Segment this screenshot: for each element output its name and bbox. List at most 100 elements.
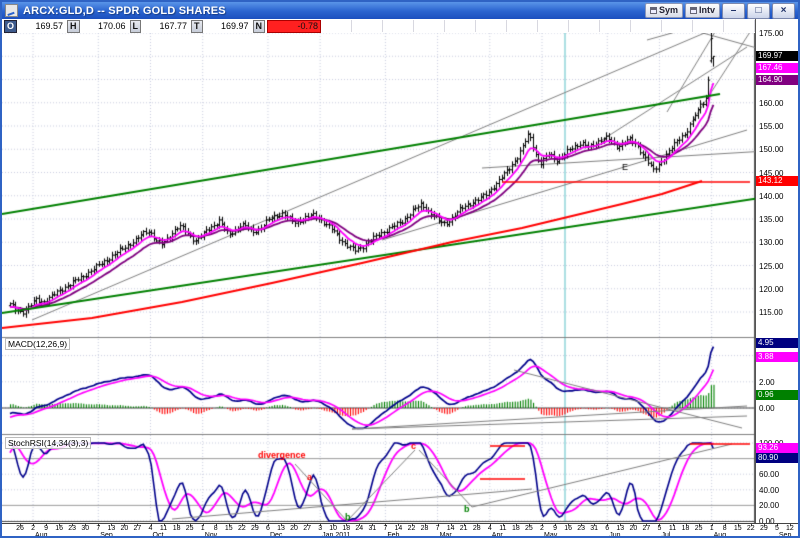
price-badge: 167.46 — [756, 63, 799, 73]
date-day-label: 2 — [540, 525, 544, 532]
date-day-label: 22 — [238, 525, 246, 532]
quote-empty-cell — [724, 20, 755, 32]
quote-empty-cell — [352, 20, 383, 32]
interval-button-label: Intv — [699, 6, 715, 15]
date-day-label: 20 — [120, 525, 128, 532]
date-day-label: 7 — [383, 525, 387, 532]
stoch-badge: 93.26 — [756, 443, 799, 453]
price-badge: 143.12 — [756, 176, 799, 186]
date-month-label: Mar — [440, 532, 452, 538]
date-day-label: 31 — [368, 525, 376, 532]
macd-tick-label: 2.00 — [759, 378, 775, 387]
date-day-label: 7 — [436, 525, 440, 532]
date-day-label: 14 — [447, 525, 455, 532]
date-month-label: Oct — [153, 532, 164, 538]
date-day-label: 23 — [68, 525, 76, 532]
quote-empty-cell — [600, 20, 631, 32]
price-tick-label: 125.00 — [759, 262, 783, 271]
date-day-label: 22 — [747, 525, 755, 532]
date-day-label: 24 — [355, 525, 363, 532]
symbol-button[interactable]: Sym — [645, 3, 683, 18]
price-tick-label: 150.00 — [759, 145, 783, 154]
price-tick-label: 175.00 — [759, 29, 783, 38]
date-day-label: 1 — [710, 525, 714, 532]
date-month-label: Dec — [270, 532, 282, 538]
chart-canvas[interactable] — [2, 33, 755, 523]
macd-badge: 4.95 — [756, 338, 799, 348]
quote-field-value: 169.57 — [17, 21, 65, 31]
date-day-label: 3 — [318, 525, 322, 532]
date-day-label: 27 — [303, 525, 311, 532]
date-day-label: 13 — [107, 525, 115, 532]
date-day-label: 6 — [605, 525, 609, 532]
price-badge: 164.90 — [756, 75, 799, 85]
date-day-label: 25 — [525, 525, 533, 532]
quote-bar: O169.57H170.06L167.77T169.97N-0.78 — [2, 19, 755, 34]
date-day-label: 13 — [277, 525, 285, 532]
date-day-label: 22 — [408, 525, 416, 532]
quote-field-value: 169.97 — [203, 21, 251, 31]
date-day-label: 4 — [488, 525, 492, 532]
date-day-label: 11 — [160, 525, 167, 532]
date-day-label: 1 — [201, 525, 205, 532]
price-badge: 169.97 — [756, 51, 799, 61]
date-month-label: Nov — [205, 532, 217, 538]
date-day-label: 9 — [44, 525, 48, 532]
date-month-label: Feb — [387, 532, 399, 538]
date-day-label: 29 — [760, 525, 768, 532]
date-axis: 2629162330713202741118251815222961320273… — [2, 523, 798, 538]
quote-empty-cell — [445, 20, 476, 32]
maximize-button[interactable]: □ — [747, 3, 770, 19]
macd-panel-label: MACD(12,26,9) — [5, 338, 70, 350]
date-month-label: Jul — [661, 532, 670, 538]
date-day-label: 29 — [251, 525, 259, 532]
quote-field-value: -0.78 — [267, 20, 321, 33]
price-tick-label: 160.00 — [759, 99, 783, 108]
date-day-label: 16 — [55, 525, 63, 532]
quote-field-label: L — [130, 20, 142, 33]
minimize-button[interactable]: – — [722, 3, 745, 19]
date-day-label: 20 — [290, 525, 298, 532]
date-day-label: 28 — [473, 525, 481, 532]
date-month-label: Sep — [779, 532, 791, 538]
date-day-label: 14 — [395, 525, 403, 532]
date-day-label: 2 — [31, 525, 35, 532]
quote-empty-cell — [476, 20, 507, 32]
date-day-label: 25 — [186, 525, 194, 532]
title-bar[interactable]: ARCX:GLD,D -- SPDR GOLD SHARES Sym Intv … — [2, 2, 798, 19]
date-month-label: Aug — [714, 532, 726, 538]
macd-tick-label: 0.00 — [759, 404, 775, 413]
date-month-label: Apr — [492, 532, 503, 538]
date-month-label: Jun — [609, 532, 620, 538]
date-day-label: 31 — [590, 525, 598, 532]
stochrsi-panel-label: StochRSI(14,34(3),3) — [5, 437, 91, 449]
price-tick-label: 155.00 — [759, 122, 783, 131]
chart-plot-area[interactable] — [2, 33, 755, 523]
date-day-label: 9 — [553, 525, 557, 532]
stoch-badge: 80.90 — [756, 453, 799, 463]
interval-button[interactable]: Intv — [685, 3, 720, 18]
quote-empty-cell — [507, 20, 538, 32]
date-day-label: 5 — [657, 525, 661, 532]
date-day-label: 25 — [695, 525, 703, 532]
symbol-window-icon — [650, 7, 657, 14]
date-day-label: 11 — [499, 525, 506, 532]
quote-empty-cell — [662, 20, 693, 32]
date-day-label: 15 — [225, 525, 233, 532]
date-day-label: 13 — [616, 525, 624, 532]
quote-empty-cell — [538, 20, 569, 32]
date-day-label: 8 — [723, 525, 727, 532]
close-button[interactable]: × — [772, 3, 795, 19]
date-day-label: 6 — [266, 525, 270, 532]
date-day-label: 18 — [682, 525, 690, 532]
date-day-label: 18 — [173, 525, 181, 532]
quote-empty-cell — [693, 20, 724, 32]
stoch-tick-label: 20.00 — [759, 501, 779, 510]
price-tick-label: 115.00 — [759, 308, 783, 317]
quote-field-label: H — [67, 20, 80, 33]
date-day-label: 27 — [642, 525, 650, 532]
date-day-label: 28 — [421, 525, 429, 532]
date-month-label: May — [544, 532, 557, 538]
quote-empty-cell — [321, 20, 352, 32]
quote-field-label: T — [191, 20, 203, 33]
